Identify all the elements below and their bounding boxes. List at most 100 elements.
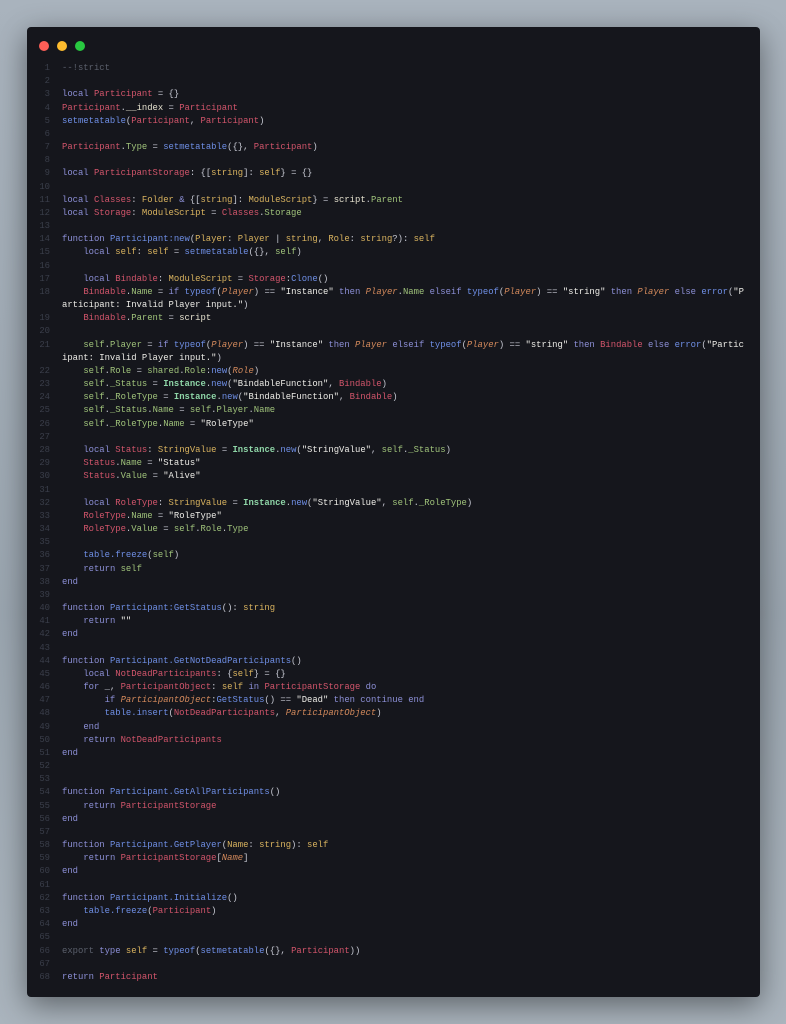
- line-number: 62: [39, 892, 50, 903]
- token-punctuation: ,: [328, 379, 339, 390]
- line-source: if ParticipantObject:GetStatus() == "Dea…: [62, 694, 746, 707]
- token-punctuation: =: [173, 405, 190, 416]
- token-variable: Storage: [248, 273, 286, 284]
- token-keyword: local: [62, 168, 94, 179]
- token-class-name: Instance: [173, 392, 217, 403]
- code-line: 62 function Participant.Initialize(): [36, 892, 746, 905]
- token-function-name: setmetatable: [163, 142, 228, 153]
- token-property: _RoleType: [109, 392, 158, 403]
- token-punctuation: =: [227, 497, 244, 508]
- token-keyword: function: [62, 840, 110, 851]
- token-identifier: script: [179, 313, 212, 324]
- token-property: Storage: [264, 207, 302, 218]
- close-button[interactable]: [39, 41, 49, 51]
- token-keyword: if: [104, 695, 121, 706]
- token-punctuation: [62, 247, 83, 257]
- token-variable: Participant: [131, 115, 190, 126]
- code-line: 55 return ParticipantStorage: [36, 800, 746, 813]
- code-line: 33 RoleType.Name = "RoleType": [36, 510, 746, 523]
- line-number: 49: [39, 721, 50, 732]
- token-punctuation: :: [211, 682, 222, 693]
- line-number: 57: [39, 826, 50, 837]
- line-number: 44: [39, 655, 50, 666]
- token-punctuation: [62, 682, 83, 692]
- token-punctuation: [62, 340, 83, 350]
- token-property: Player: [216, 405, 249, 416]
- token-punctuation: [62, 735, 83, 745]
- token-variable: NotDeadParticipants: [173, 708, 276, 719]
- token-property: Role: [184, 365, 206, 376]
- line-source: end: [62, 813, 746, 826]
- line-number: 18: [39, 286, 50, 297]
- line-source: return NotDeadParticipants: [62, 734, 746, 747]
- token-variable: ParticipantStorage: [120, 853, 217, 864]
- code-line: 1 --!strict: [36, 62, 746, 75]
- code-line: 65: [36, 931, 746, 944]
- token-punctuation: ({},: [248, 247, 276, 258]
- token-string-literal: "Instance": [280, 286, 334, 297]
- code-line: 57: [36, 826, 746, 839]
- line-number: 4: [44, 102, 50, 113]
- line-source: table.insert(NotDeadParticipants, Partic…: [62, 707, 746, 720]
- token-parameter: Player: [504, 286, 537, 297]
- token-function-name: Participant.GetAllParticipants: [109, 787, 270, 798]
- code-line: 7 Participant.Type = setmetatable({}, Par…: [36, 141, 746, 154]
- token-punctuation: =: [205, 207, 222, 218]
- code-line: 49 end: [36, 721, 746, 734]
- line-source: end: [62, 918, 746, 931]
- token-punctuation: (): [269, 787, 281, 798]
- token-type: string: [200, 194, 233, 205]
- token-function-name: new: [291, 497, 308, 508]
- token-variable: ParticipantObject: [120, 682, 212, 693]
- line-source: self._Status.Name = self.Player.Name: [62, 404, 746, 417]
- line-number: 35: [39, 537, 50, 548]
- token-string-literal: "BindableFunction": [243, 392, 339, 403]
- line-number: 58: [39, 840, 50, 851]
- line-number: 6: [44, 128, 50, 139]
- line-source: [62, 431, 746, 444]
- line-number: 7: [44, 142, 50, 153]
- token-punctuation: {[: [189, 194, 201, 205]
- minimize-button[interactable]: [57, 41, 67, 51]
- token-punctuation: ,: [275, 708, 286, 719]
- code-line: 32 local RoleType: StringValue = Instanc…: [36, 497, 746, 510]
- token-type: self: [221, 682, 244, 693]
- line-number: 3: [44, 89, 50, 100]
- line-number: 9: [44, 168, 50, 179]
- token-punctuation: ): [376, 708, 382, 719]
- token-punctuation: [62, 564, 83, 574]
- token-parameter: Name: [221, 853, 244, 864]
- token-keyword: return: [62, 971, 100, 982]
- line-source: for _, ParticipantObject: self in Partic…: [62, 681, 746, 694]
- token-keyword: end: [62, 813, 78, 824]
- line-source: --!strict: [62, 62, 746, 75]
- token-variable: Status: [83, 471, 116, 482]
- token-string-literal: "Dead": [296, 695, 329, 706]
- line-source: [62, 760, 746, 773]
- line-source: RoleType.Name = "RoleType": [62, 510, 746, 523]
- maximize-button[interactable]: [75, 41, 85, 51]
- token-keyword: then: [323, 339, 356, 350]
- token-type: self: [115, 247, 137, 258]
- token-function-name: GetStatus: [216, 695, 265, 706]
- token-property: self: [120, 563, 142, 574]
- code-line: 24 self._RoleType = Instance.new("Bindab…: [36, 391, 746, 404]
- token-parameter: Player: [637, 286, 670, 297]
- line-source: local self: self = setmetatable({}, self…: [62, 246, 746, 259]
- line-number: 56: [39, 813, 50, 824]
- token-keyword: type: [99, 945, 126, 956]
- line-source: return ParticipantStorage[Name]: [62, 852, 746, 865]
- code-line: 66 export type self = typeof(setmetatable…: [36, 945, 746, 958]
- line-source: [62, 589, 746, 602]
- line-number: 11: [39, 194, 50, 205]
- token-punctuation: :: [349, 234, 361, 245]
- token-function-name: setmetatable: [62, 115, 126, 126]
- token-variable: NotDeadParticipants: [120, 734, 222, 745]
- token-string-literal: "": [120, 616, 132, 627]
- token-punctuation: [62, 801, 83, 811]
- token-type: self: [232, 668, 254, 679]
- token-parameter: Player: [466, 339, 499, 350]
- code-line: 58 function Participant.GetPlayer(Name: s…: [36, 839, 746, 852]
- line-source: table.freeze(Participant): [62, 905, 746, 918]
- line-source: function Participant.GetPlayer(Name: str…: [62, 839, 746, 852]
